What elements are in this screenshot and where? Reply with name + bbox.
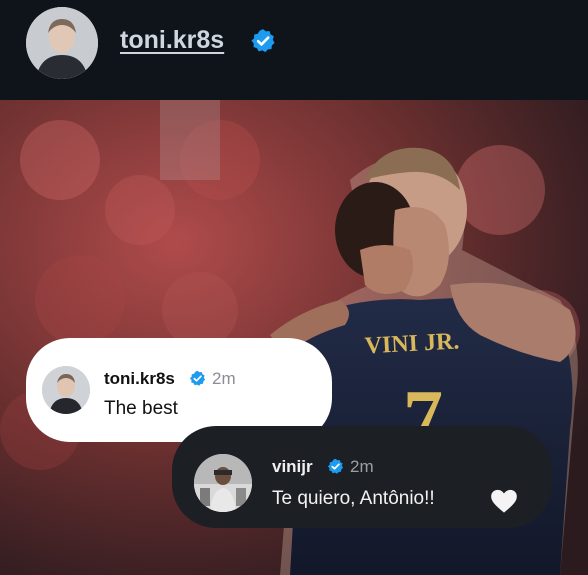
jersey-name: VINI JR.: [364, 328, 460, 359]
comment-timestamp: 2m: [350, 457, 374, 476]
comment-timestamp: 2m: [212, 369, 236, 388]
comment-username[interactable]: vinijr: [272, 457, 313, 477]
comment-bubble-vinijr[interactable]: vinijr 2m Te quiero, Antônio!!: [172, 426, 552, 528]
comment-username[interactable]: toni.kr8s: [104, 369, 175, 389]
comment-avatar[interactable]: [42, 366, 90, 414]
white-heart-icon: [491, 489, 517, 513]
comment-text: Te quiero, Antônio!!: [272, 488, 435, 509]
verified-badge-icon: [251, 29, 275, 53]
comment-avatar[interactable]: [194, 454, 252, 512]
verified-badge-icon: [189, 370, 206, 386]
post-header: toni.kr8s: [0, 0, 588, 100]
verified-badge-icon: [327, 458, 344, 474]
profile-username[interactable]: toni.kr8s: [120, 26, 224, 55]
comment-text: The best: [104, 398, 178, 419]
profile-avatar[interactable]: [26, 7, 98, 79]
